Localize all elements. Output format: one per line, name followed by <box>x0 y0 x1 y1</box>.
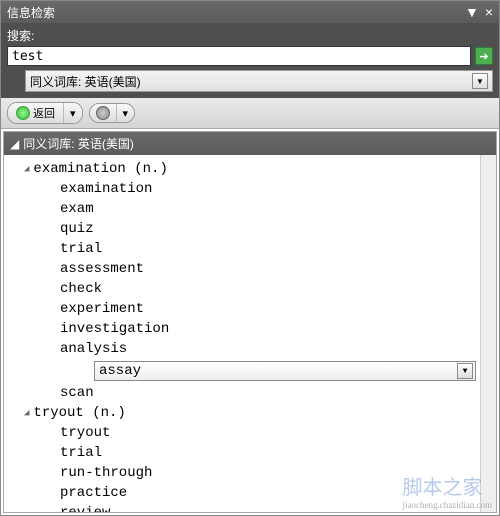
search-go-button[interactable]: ➔ <box>475 47 493 65</box>
synonym-item[interactable]: run-through <box>24 463 496 483</box>
results-header-label: 同义词库: 英语(美国) <box>23 135 134 152</box>
category-label: 同义词库: 英语(美国) <box>30 73 141 90</box>
synonym-item[interactable]: assay ▼ <box>58 359 476 383</box>
chevron-down-icon[interactable]: ▼ <box>472 73 488 89</box>
search-row: ➔ <box>7 46 493 66</box>
tree-group-head[interactable]: ◢ examination (n.) <box>24 159 496 179</box>
synonym-item[interactable]: investigation <box>24 319 496 339</box>
synonym-item[interactable]: scan <box>24 383 496 403</box>
search-input[interactable] <box>7 46 471 66</box>
synonym-item[interactable]: practice <box>24 483 496 503</box>
results-header[interactable]: ◢ 同义词库: 英语(美国) <box>4 132 496 155</box>
research-dropdown[interactable]: ▾ <box>117 104 135 122</box>
titlebar: 信息检索 ▼ × <box>1 1 499 23</box>
results-panel: ◢ 同义词库: 英语(美国) ◢ examination (n.) examinat… <box>3 131 497 513</box>
minimize-icon[interactable]: ▼ <box>465 5 479 19</box>
collapse-icon: ◢ <box>24 408 29 418</box>
synonym-item[interactable]: check <box>24 279 496 299</box>
close-icon[interactable]: × <box>485 5 493 19</box>
synonym-item[interactable]: tryout <box>24 423 496 443</box>
back-icon <box>16 106 30 120</box>
globe-icon <box>96 106 110 120</box>
collapse-icon: ◢ <box>24 164 29 174</box>
category-dropdown[interactable]: 同义词库: 英语(美国) ▼ <box>25 70 493 92</box>
back-label: 返回 <box>33 105 55 121</box>
synonym-item[interactable]: exam <box>24 199 496 219</box>
synonym-item[interactable]: assessment <box>24 259 496 279</box>
arrow-right-icon: ➔ <box>479 50 488 63</box>
group-label: tryout (n.) <box>33 405 125 421</box>
synonym-item[interactable]: trial <box>24 239 496 259</box>
chevron-down-icon[interactable]: ▼ <box>457 363 473 379</box>
search-label: 搜索: <box>7 27 493 44</box>
collapse-icon: ◢ <box>10 137 19 151</box>
panel-title: 信息检索 <box>7 4 55 21</box>
synonym-item[interactable]: review <box>24 503 496 512</box>
results-body: ◢examination (n.)examinationexamquiztria… <box>4 155 496 512</box>
research-button[interactable] <box>90 104 117 122</box>
back-dropdown[interactable]: ▾ <box>64 103 82 123</box>
synonym-item[interactable]: analysis <box>24 339 496 359</box>
results-tree: ◢examination (n.)examinationexamquiztria… <box>4 155 496 512</box>
synonym-item[interactable]: quiz <box>24 219 496 239</box>
panel-window: 信息检索 ▼ × 搜索: ➔ 同义词库: 英语(美国) ▼ 返回 ▾ <box>0 0 500 516</box>
toolbar: 返回 ▾ ▾ <box>1 98 499 129</box>
synonym-item[interactable]: examination <box>24 179 496 199</box>
tree-group-head[interactable]: ◢ tryout (n.) <box>24 403 496 423</box>
titlebar-controls: ▼ × <box>465 5 493 19</box>
item-label: assay <box>99 363 141 379</box>
back-button-group: 返回 ▾ <box>7 102 83 124</box>
back-button[interactable]: 返回 <box>8 103 64 123</box>
search-area: 搜索: ➔ 同义词库: 英语(美国) ▼ <box>1 23 499 98</box>
group-label: examination (n.) <box>33 161 167 177</box>
synonym-item[interactable]: experiment <box>24 299 496 319</box>
research-button-group: ▾ <box>89 103 136 123</box>
scrollbar[interactable] <box>480 155 496 512</box>
synonym-item[interactable]: trial <box>24 443 496 463</box>
